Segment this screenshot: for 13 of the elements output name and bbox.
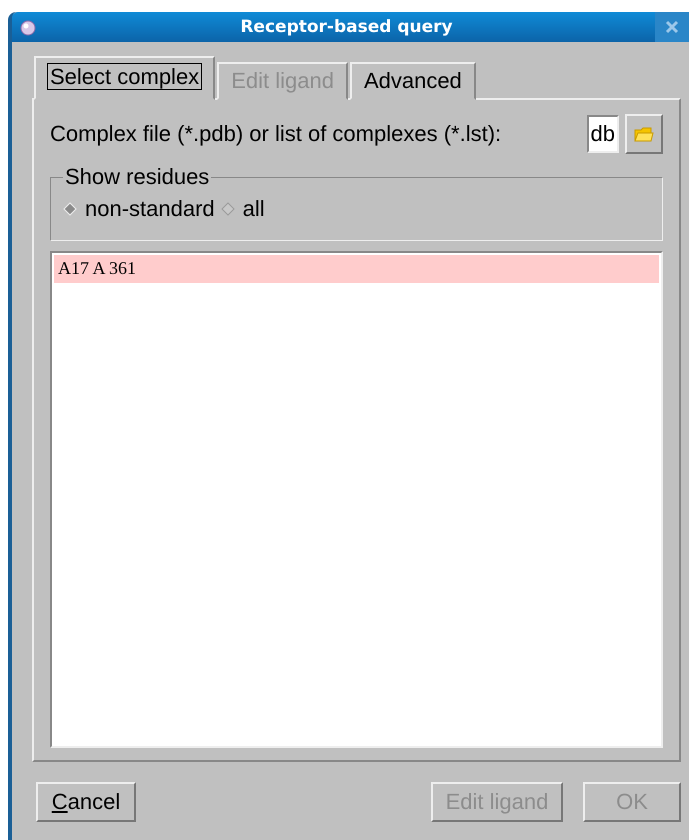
tab[interactable]: Select complex bbox=[34, 56, 216, 100]
window-title: Receptor-based query bbox=[239, 17, 454, 37]
browse-button[interactable] bbox=[625, 114, 663, 154]
radio-option[interactable]: all bbox=[220, 196, 265, 222]
cancel-button[interactable]: Cancel bbox=[36, 782, 136, 822]
file-label: Complex file (*.pdb) or list of complexes (*.lst): bbox=[50, 121, 502, 147]
file-field[interactable]: db bbox=[587, 115, 619, 153]
radio-option[interactable]: non-standard bbox=[63, 196, 215, 222]
list-item[interactable]: A17 A 361 bbox=[54, 255, 659, 283]
group-title: Show residues bbox=[64, 164, 210, 190]
close-button[interactable] bbox=[655, 12, 689, 42]
close-icon bbox=[665, 20, 679, 34]
tab[interactable]: Advanced bbox=[350, 62, 476, 100]
